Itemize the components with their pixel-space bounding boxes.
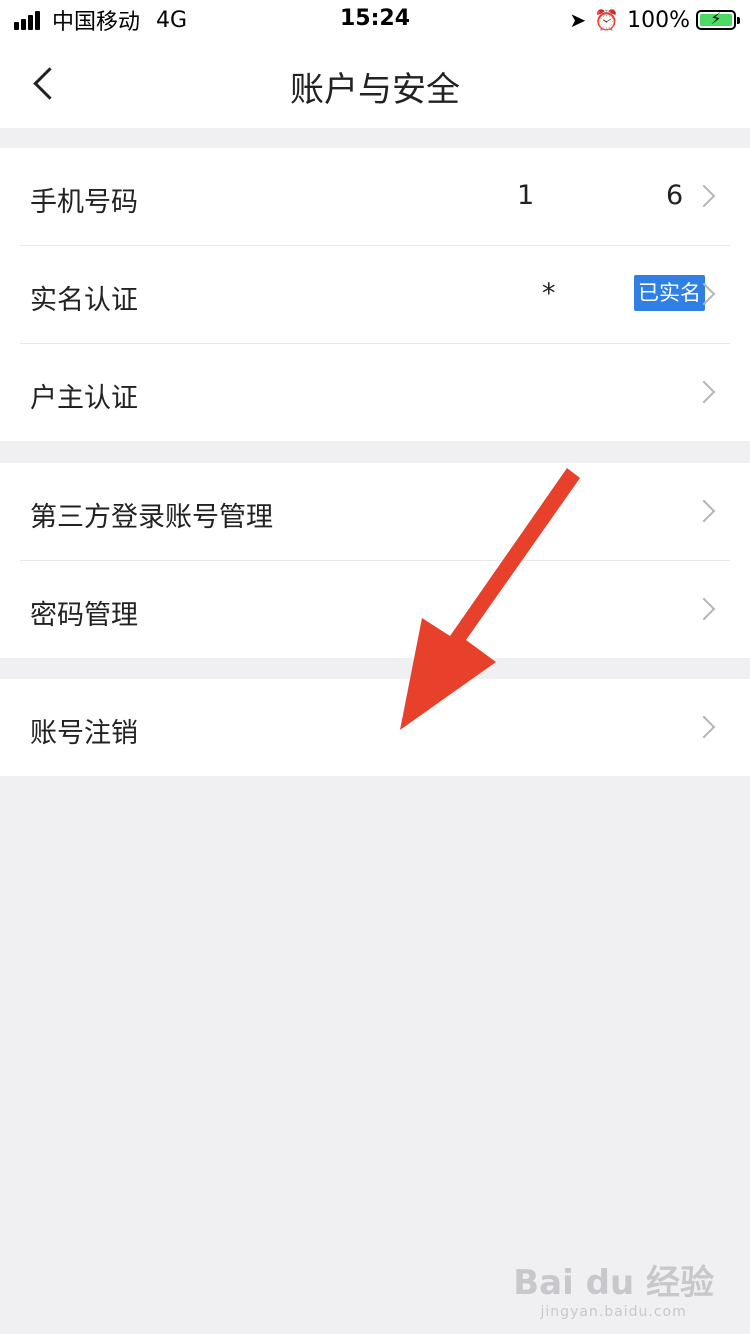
location-icon: ➤ [569,8,587,32]
chevron-right-icon [692,715,716,739]
chevron-right-icon [692,597,716,621]
row-label: 账号注销 [30,718,138,749]
battery-charging-icon: ⚡ [696,9,740,30]
row-label: 户主认证 [30,383,138,414]
battery-percentage: 100% [627,7,690,33]
password-management-row[interactable]: 密码管理 [20,561,730,658]
watermark-main: Bai du 经验 [513,1263,714,1303]
chevron-right-icon [692,499,716,523]
page-title: 账户与安全 [290,70,460,110]
settings-group-3: 账号注销 [0,679,750,776]
third-party-login-row[interactable]: 第三方登录账号管理 [20,463,730,561]
row-label: 实名认证 [30,285,138,316]
watermark-sub: jingyan.baidu.com [540,1304,687,1320]
phone-value-start: 1 [517,180,535,211]
row-label: 密码管理 [30,600,138,631]
settings-group-2: 第三方登录账号管理 密码管理 [0,463,750,658]
status-bar: 中国移动 4G 15:24 ➤ ⏰ 100% ⚡ [0,0,750,40]
householder-auth-row[interactable]: 户主认证 [20,344,730,441]
settings-group-1: 手机号码 1 6 实名认证 * 已实名 户主认证 [0,148,750,441]
chevron-right-icon [692,184,716,208]
alarm-icon: ⏰ [594,8,620,32]
phone-value-end: 6 [666,180,684,211]
baidu-jingyan-watermark: Bai du 经验 jingyan.baidu.com [513,1255,714,1320]
status-right: ➤ ⏰ 100% ⚡ [569,6,740,34]
masked-name-value: * [542,278,556,309]
row-label: 手机号码 [30,187,138,218]
chevron-right-icon [692,380,716,404]
navigation-bar: 账户与安全 [0,40,750,128]
real-name-auth-row[interactable]: 实名认证 * 已实名 [20,246,730,344]
red-arrow-annotation [400,468,580,730]
account-cancellation-row[interactable]: 账号注销 [20,679,730,776]
phone-number-row[interactable]: 手机号码 1 6 [20,148,730,246]
row-label: 第三方登录账号管理 [30,502,273,533]
